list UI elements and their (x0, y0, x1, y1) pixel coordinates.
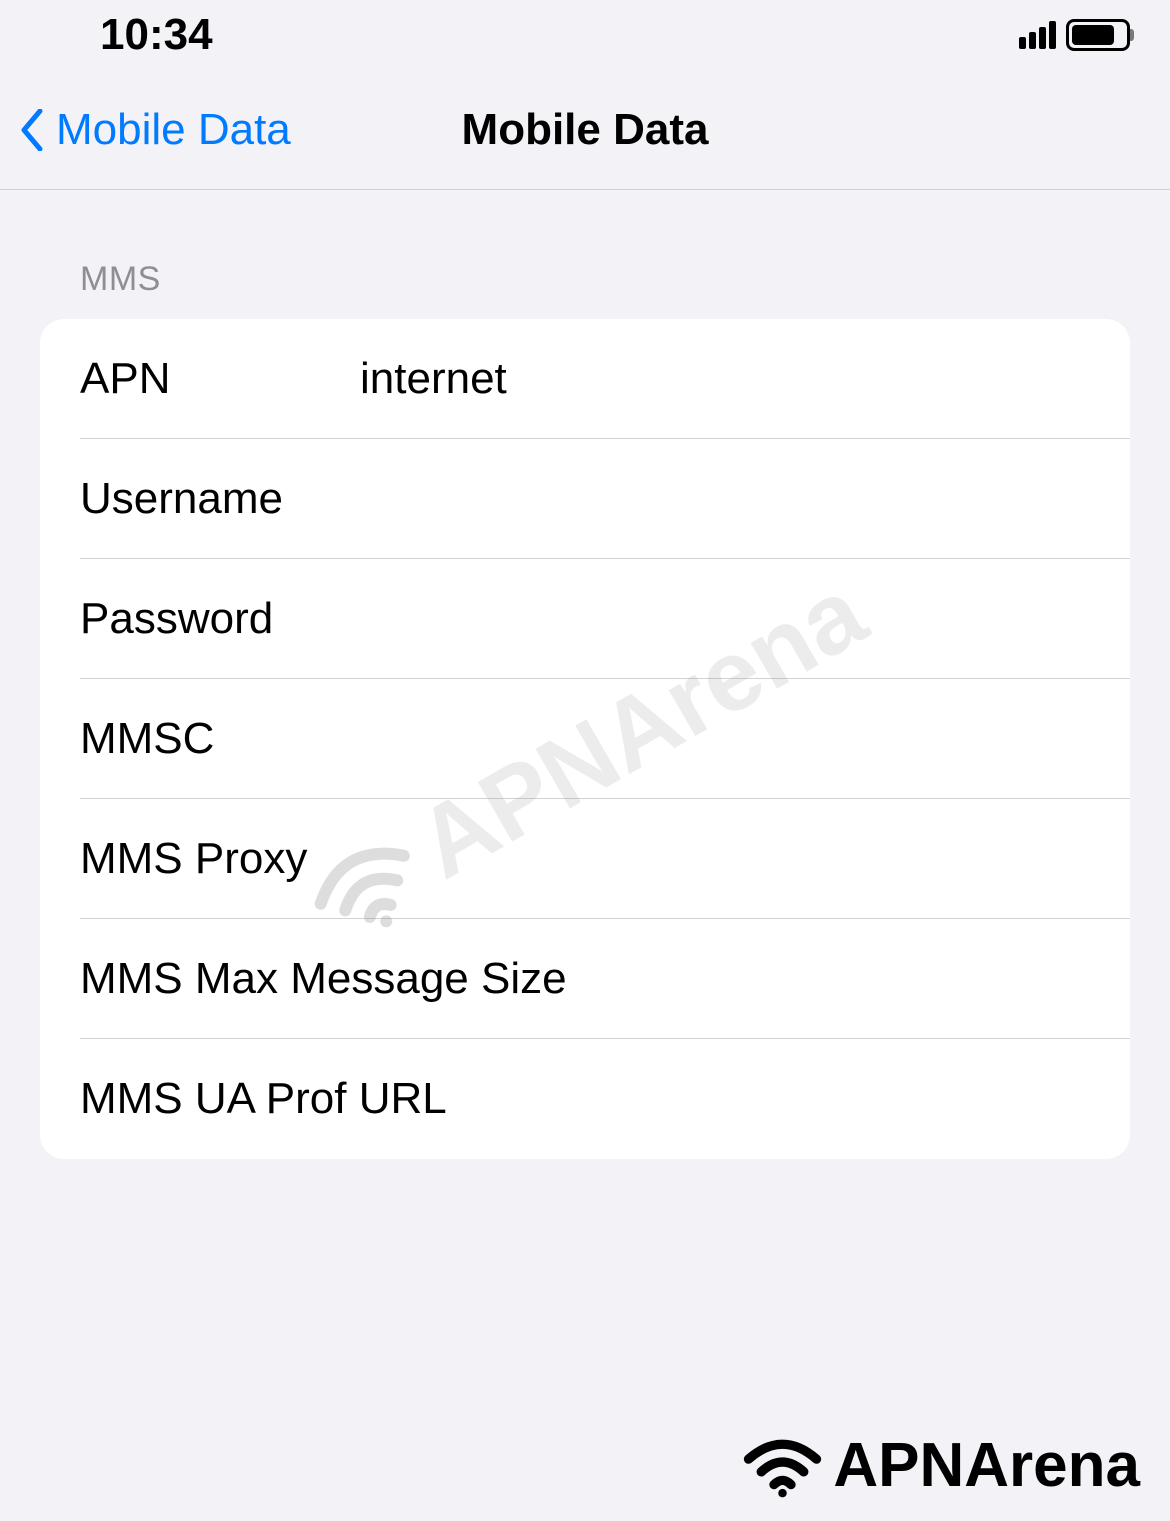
mms-ua-prof-label: MMS UA Prof URL (80, 1074, 1090, 1124)
mms-max-size-label: MMS Max Message Size (80, 954, 1090, 1004)
section-header-mms: MMS (40, 260, 1130, 319)
page-title: Mobile Data (462, 105, 709, 155)
chevron-left-icon (20, 109, 44, 151)
username-label: Username (80, 474, 360, 524)
status-bar: 10:34 (0, 0, 1170, 70)
battery-icon (1066, 19, 1130, 51)
settings-row-password[interactable]: Password (40, 559, 1130, 679)
settings-row-mms-proxy[interactable]: MMS Proxy (40, 799, 1130, 919)
settings-row-mms-ua-prof[interactable]: MMS UA Prof URL (40, 1039, 1130, 1159)
settings-row-mms-max-size[interactable]: MMS Max Message Size (40, 919, 1130, 1039)
wifi-icon (740, 1433, 825, 1498)
back-button[interactable]: Mobile Data (20, 105, 291, 155)
mmsc-label: MMSC (80, 714, 360, 764)
apn-label: APN (80, 354, 360, 404)
password-label: Password (80, 594, 360, 644)
status-time: 10:34 (100, 10, 213, 60)
username-input[interactable] (360, 474, 1090, 524)
navigation-bar: Mobile Data Mobile Data (0, 70, 1170, 190)
apn-input[interactable] (360, 354, 1090, 404)
settings-row-mmsc[interactable]: MMSC (40, 679, 1130, 799)
footer-logo: APNArena (740, 1430, 1140, 1501)
cellular-signal-icon (1019, 21, 1056, 49)
password-input[interactable] (360, 594, 1090, 644)
status-right (1019, 19, 1130, 51)
back-label: Mobile Data (56, 105, 291, 155)
mmsc-input[interactable] (360, 714, 1090, 764)
content-area: MMS APN Username Password MMSC MMS Proxy… (0, 190, 1170, 1159)
footer-logo-text: APNArena (833, 1430, 1140, 1501)
settings-group-mms: APN Username Password MMSC MMS Proxy MMS… (40, 319, 1130, 1159)
settings-row-apn[interactable]: APN (40, 319, 1130, 439)
mms-proxy-label: MMS Proxy (80, 834, 1090, 884)
settings-row-username[interactable]: Username (40, 439, 1130, 559)
